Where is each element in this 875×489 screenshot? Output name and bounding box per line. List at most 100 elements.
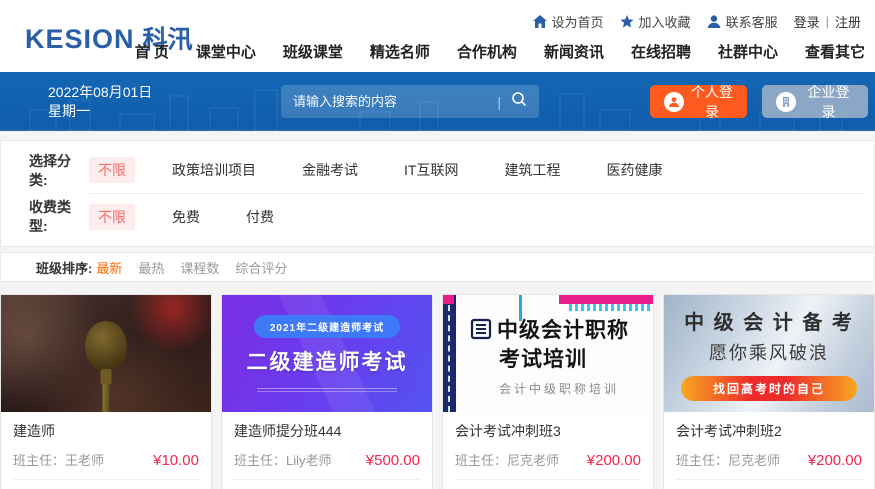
- category-filter-row: 选择分类: 不限 政策培训项目 金融考试 IT互联网 建筑工程 医药健康: [1, 147, 874, 194]
- card-stats: 7 7 0: [234, 479, 420, 489]
- nav-item-classroom-center[interactable]: 课堂中心: [196, 41, 256, 62]
- nav-item-home[interactable]: 首 页: [135, 41, 169, 62]
- sort-option-course-count[interactable]: 课程数: [180, 258, 219, 277]
- price-label: ¥10.00: [153, 452, 199, 469]
- nav-item-community[interactable]: 社群中心: [718, 41, 778, 62]
- cover-corner-decoration: [443, 295, 454, 304]
- cover-heading-line2: 愿你乘风破浪: [709, 343, 829, 363]
- date-display: 2022年08月01日 星期一: [48, 83, 152, 121]
- cover-underline-decoration: [257, 388, 397, 392]
- teacher-label: 班主任：王老师: [13, 453, 105, 468]
- add-favorite-link[interactable]: 加入收藏: [619, 12, 691, 31]
- fee-filter-options: 不限 免费 付费: [89, 194, 864, 240]
- microphone-neck-shape: [100, 368, 112, 385]
- card-title[interactable]: 建造师提分班444: [234, 421, 420, 441]
- category-option-finance-exam[interactable]: 金融考试: [293, 157, 367, 183]
- teacher-label: 班主任：尼克老师: [676, 453, 781, 468]
- nav-item-class-courses[interactable]: 班级课堂: [283, 41, 343, 62]
- cover-badge: 2021年二级建造师考试: [253, 315, 401, 338]
- microphone-head-shape: [85, 320, 127, 371]
- card-body: 建造师 班主任：王老师 ¥10.00: [1, 412, 211, 469]
- register-link[interactable]: 注册: [835, 12, 861, 31]
- enterprise-login-label: 企业登录: [807, 83, 850, 120]
- contact-service-label: 联系客服: [725, 15, 778, 30]
- star-icon: [619, 15, 634, 28]
- cover-heading-line2: 考试培训: [499, 348, 587, 371]
- card-title[interactable]: 会计考试冲刺班3: [455, 421, 641, 441]
- fee-option-free[interactable]: 免费: [163, 204, 209, 230]
- teacher-label: 班主任：Lily老师: [234, 453, 332, 468]
- card-body: 会计考试冲刺班2 班主任：尼克老师 ¥200.00: [664, 412, 874, 469]
- category-option-it-internet[interactable]: IT互联网: [395, 157, 467, 183]
- card-stats: 2 0 0: [676, 479, 862, 489]
- category-option-unlimited[interactable]: 不限: [89, 157, 135, 183]
- sort-option-rating[interactable]: 综合评分: [235, 258, 287, 277]
- nav-item-more[interactable]: 查看其它: [805, 41, 865, 62]
- date-text: 2022年08月01日: [48, 84, 153, 100]
- cover-heading-line1: 中级会计职称: [497, 319, 629, 342]
- fee-filter-row: 收费类型: 不限 免费 付费: [1, 194, 874, 240]
- price-label: ¥200.00: [586, 452, 641, 469]
- card-body: 会计考试冲刺班3 班主任：尼克老师 ¥200.00: [443, 412, 653, 469]
- login-register-group: 登录 | 注册: [794, 12, 861, 31]
- category-option-medical-health[interactable]: 医药健康: [597, 157, 671, 183]
- login-register-divider: |: [825, 14, 829, 29]
- nav-item-news[interactable]: 新闻资讯: [544, 41, 604, 62]
- sort-bar: 班级排序: 最新 最热 课程数 综合评分: [0, 252, 875, 282]
- class-card-jianzaoshi-tifen[interactable]: 2021年二级建造师考试 二级建造师考试 建造师提分班444 班主任：Lily老…: [221, 294, 433, 489]
- personal-login-label: 个人登录: [691, 83, 733, 120]
- enterprise-login-button[interactable]: 企业登录: [762, 84, 868, 120]
- teacher-label: 班主任：尼克老师: [455, 453, 560, 468]
- card-title[interactable]: 建造师: [13, 421, 199, 441]
- cover-heading-line1: 中 级 会 计 备 考: [684, 312, 854, 334]
- search-input[interactable]: [293, 94, 494, 109]
- login-link[interactable]: 登录: [794, 12, 820, 31]
- cover-content: 中级会计职称 考试培训 会计中级职称培训: [469, 317, 649, 397]
- nav-item-jobs[interactable]: 在线招聘: [631, 41, 691, 62]
- set-home-link[interactable]: 设为首页: [532, 12, 604, 31]
- card-cover-purple-exam-banner: 2021年二级建造师考试 二级建造师考试: [222, 295, 432, 412]
- card-cover-accounting-title: 中级会计职称 考试培训 会计中级职称培训: [443, 295, 653, 412]
- cover-dotted-strip-decoration: [569, 304, 653, 311]
- category-option-construction[interactable]: 建筑工程: [495, 157, 569, 183]
- hero-banner: 2022年08月01日 星期一 | 个人登录 企业登录: [0, 72, 875, 131]
- microphone-pole-shape: [102, 383, 110, 412]
- class-card-kuaiji-chongci-2[interactable]: 中 级 会 计 备 考 愿你乘风破浪 找回高考时的自己 会计考试冲刺班2 班主任…: [663, 294, 875, 489]
- fee-option-paid[interactable]: 付费: [237, 204, 283, 230]
- teacher-price-row: 班主任：尼克老师 ¥200.00: [676, 450, 862, 469]
- set-home-label: 设为首页: [551, 15, 604, 30]
- category-option-policy-training[interactable]: 政策培训项目: [163, 157, 265, 183]
- add-favorite-label: 加入收藏: [638, 15, 691, 30]
- class-card-grid: 建造师 班主任：王老师 ¥10.00 1 1 0 2021年二级建造师考试: [0, 294, 875, 489]
- card-stats: 2 1 0: [455, 479, 641, 489]
- class-card-kuaiji-chongci-3[interactable]: 中级会计职称 考试培训 会计中级职称培训 会计考试冲刺班3 班主任：尼克老师 ¥…: [442, 294, 654, 489]
- teacher-price-row: 班主任：尼克老师 ¥200.00: [455, 450, 641, 469]
- nav-item-featured-teachers[interactable]: 精选名师: [370, 41, 430, 62]
- person-icon: [664, 91, 684, 112]
- cover-subheading: 会计中级职称培训: [499, 382, 620, 396]
- search-bar: |: [281, 85, 539, 118]
- person-bust-icon: [707, 15, 721, 28]
- cover-ribbon: 找回高考时的自己: [680, 376, 858, 401]
- notebook-icon: [469, 317, 493, 346]
- nav-item-partners[interactable]: 合作机构: [457, 41, 517, 62]
- category-filter-options: 不限 政策培训项目 金融考试 IT互联网 建筑工程 医药健康: [89, 147, 864, 194]
- sort-option-hottest[interactable]: 最热: [138, 258, 164, 277]
- card-cover-microphone-photo: [1, 295, 211, 412]
- building-icon: [776, 91, 796, 112]
- teacher-price-row: 班主任：Lily老师 ¥500.00: [234, 450, 420, 469]
- card-title[interactable]: 会计考试冲刺班2: [676, 421, 862, 441]
- main-nav: 首 页 课堂中心 班级课堂 精选名师 合作机构 新闻资讯 在线招聘 社群中心 查…: [135, 41, 865, 62]
- weekday-text: 星期一: [48, 103, 90, 119]
- contact-service-link[interactable]: 联系客服: [707, 12, 778, 31]
- sort-option-newest[interactable]: 最新: [96, 258, 122, 277]
- fee-option-unlimited[interactable]: 不限: [89, 204, 135, 230]
- search-icon[interactable]: [511, 91, 527, 112]
- logo-text-en: KESION: [25, 24, 135, 54]
- price-label: ¥500.00: [365, 452, 420, 469]
- price-label: ¥200.00: [807, 452, 862, 469]
- personal-login-button[interactable]: 个人登录: [650, 84, 747, 120]
- cover-heading: 二级建造师考试: [246, 351, 408, 374]
- fee-filter-label: 收费类型:: [29, 199, 71, 234]
- class-card-jianzaoshi[interactable]: 建造师 班主任：王老师 ¥10.00 1 1 0: [0, 294, 212, 489]
